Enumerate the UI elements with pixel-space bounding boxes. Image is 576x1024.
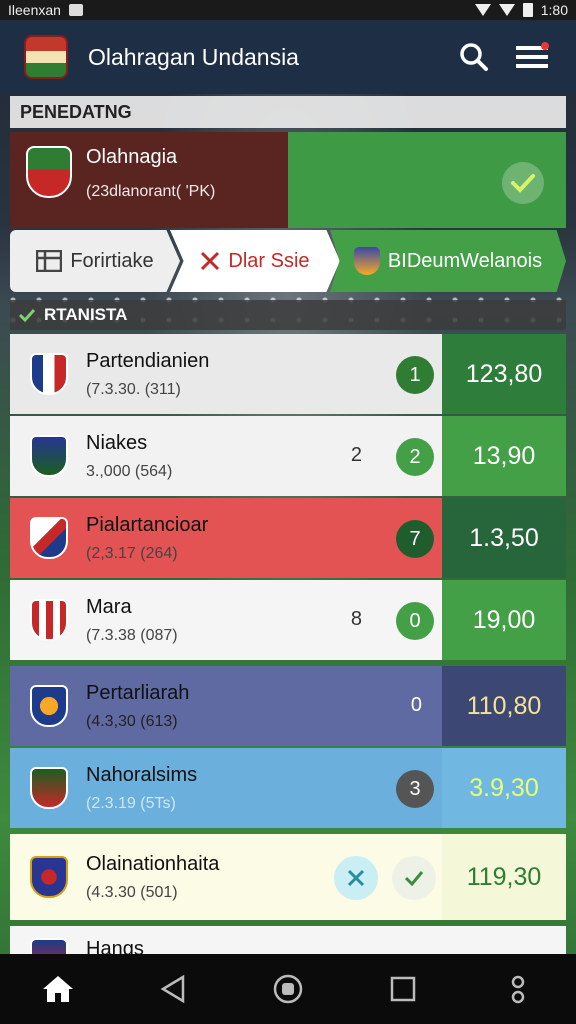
match-count: 8 xyxy=(350,608,362,630)
team-detail: (2,3.17 (264) xyxy=(86,544,178,562)
tab-label: Forirtiake xyxy=(70,249,154,272)
team-name: Partendianien xyxy=(86,349,210,372)
tab-dlar-ssie[interactable]: Dlar Ssie xyxy=(170,230,340,292)
team-detail: (7.3.30. (311) xyxy=(86,380,181,398)
home-icon[interactable] xyxy=(38,969,78,1009)
tab-label: Dlar Ssie xyxy=(228,249,310,272)
check-icon xyxy=(404,871,424,886)
x-icon xyxy=(201,251,220,271)
x-icon xyxy=(347,869,365,887)
rank-badge: 3 xyxy=(396,770,434,808)
odds-button[interactable]: 3.9,30 xyxy=(442,748,566,828)
match-row[interactable]: Partendianien (7.3.30. (311) 1 123,80 xyxy=(10,334,566,414)
app-title: Olahragan Undansia xyxy=(88,43,299,70)
featured-subtitle: (23dlanorant( 'PK) xyxy=(86,183,216,200)
team-name: Pialartancioar xyxy=(86,513,209,536)
status-bar: Ileenxan 1:80 xyxy=(0,0,576,20)
rank-badge: 1 xyxy=(396,356,434,394)
odds-button[interactable]: 13,90 xyxy=(442,416,566,496)
crest-icon xyxy=(353,247,380,275)
back-icon[interactable] xyxy=(153,969,193,1009)
team-crest-icon xyxy=(30,517,68,559)
accept-button[interactable] xyxy=(392,856,436,900)
match-row[interactable]: Niakes 3.,000 (564) 2 2 13,90 xyxy=(10,416,566,496)
featured-team: Olahnagia (23dlanorant( 'PK) xyxy=(10,132,288,228)
section-header-featured: PENEDATNG xyxy=(10,96,566,128)
featured-status xyxy=(288,132,566,228)
tab-label: BIDeumWelanois xyxy=(387,249,543,272)
app-header: Olahragan Undansia xyxy=(0,20,576,94)
odds-button[interactable]: 1.3,50 xyxy=(442,498,566,578)
filter-tabs: Forirtiake Dlar Ssie BIDeumWelanois xyxy=(10,230,566,292)
assistant-icon[interactable] xyxy=(268,969,308,1009)
table-icon xyxy=(36,250,63,272)
team-name: Mara xyxy=(86,595,132,618)
match-row[interactable]: Hangs xyxy=(10,926,566,956)
match-row[interactable]: Pialartancioar (2,3.17 (264) 7 1.3,50 xyxy=(10,498,566,578)
match-row[interactable]: Pertarliarah (4.3,30 (613) 0 110,80 xyxy=(10,666,566,746)
rank-badge: 0 xyxy=(396,602,434,640)
rank-badge: 2 xyxy=(396,438,434,476)
rank-badge: 7 xyxy=(396,520,434,558)
section-header-matches: RTANISTA xyxy=(10,300,566,330)
match-list: Partendianien (7.3.30. (311) 1 123,80 Ni… xyxy=(10,334,566,958)
team-name: Nahoralsims xyxy=(86,763,198,786)
team-name: Olainationhaita xyxy=(86,852,220,875)
odds-button[interactable]: 119,30 xyxy=(442,834,566,920)
team-detail: 3.,000 (564) xyxy=(86,462,173,480)
recents-icon[interactable] xyxy=(383,969,423,1009)
odds-button[interactable]: 123,80 xyxy=(442,334,566,414)
carrier-label: Ileenxan xyxy=(8,2,61,18)
more-icon[interactable] xyxy=(498,969,538,1009)
match-row[interactable]: Mara (7.3.38 (087) 8 0 19,00 xyxy=(10,580,566,660)
team-crest-icon xyxy=(30,353,68,395)
search-icon[interactable] xyxy=(454,37,494,77)
reject-button[interactable] xyxy=(334,856,378,900)
battery-icon xyxy=(522,3,533,17)
odds-button[interactable]: 110,80 xyxy=(442,666,566,746)
team-detail: (7.3.38 (087) xyxy=(86,626,178,644)
app-logo xyxy=(24,35,68,79)
mail-icon xyxy=(68,4,83,16)
check-icon[interactable] xyxy=(502,162,544,204)
team-detail: (4.3,30 (613) xyxy=(86,712,178,730)
wifi-icon xyxy=(474,4,491,16)
bottom-navigation xyxy=(0,954,576,1024)
tab-bideum[interactable]: BIDeumWelanois xyxy=(330,230,566,292)
tab-forirtiake[interactable]: Forirtiake xyxy=(10,230,180,292)
team-name: Pertarliarah xyxy=(86,681,190,704)
signal-icon xyxy=(498,4,515,16)
team-detail: (2.3.19 (5Ts) xyxy=(86,794,176,812)
odds-button[interactable] xyxy=(442,926,566,956)
team-crest-icon xyxy=(30,685,68,727)
check-icon xyxy=(18,308,36,323)
match-row[interactable]: Nahoralsims (2.3.19 (5Ts) 3 3.9,30 xyxy=(10,748,566,828)
menu-icon[interactable] xyxy=(512,37,552,77)
team-detail: (4.3.30 (501) xyxy=(86,883,178,901)
team-crest-icon xyxy=(30,599,68,641)
team-crest-icon xyxy=(30,856,68,898)
match-count: 0 xyxy=(410,694,422,716)
clock: 1:80 xyxy=(540,2,568,18)
team-crest-icon xyxy=(26,146,72,198)
odds-button[interactable]: 19,00 xyxy=(442,580,566,660)
section-title: RTANISTA xyxy=(44,305,128,324)
match-row[interactable]: Olainationhaita (4.3.30 (501) 119,30 xyxy=(10,834,566,920)
featured-title: Olahnagia xyxy=(86,146,178,168)
featured-match-card[interactable]: Olahnagia (23dlanorant( 'PK) xyxy=(10,132,566,228)
match-count: 2 xyxy=(350,444,362,466)
team-name: Niakes xyxy=(86,431,148,454)
team-crest-icon xyxy=(30,435,68,477)
team-crest-icon xyxy=(30,767,68,809)
